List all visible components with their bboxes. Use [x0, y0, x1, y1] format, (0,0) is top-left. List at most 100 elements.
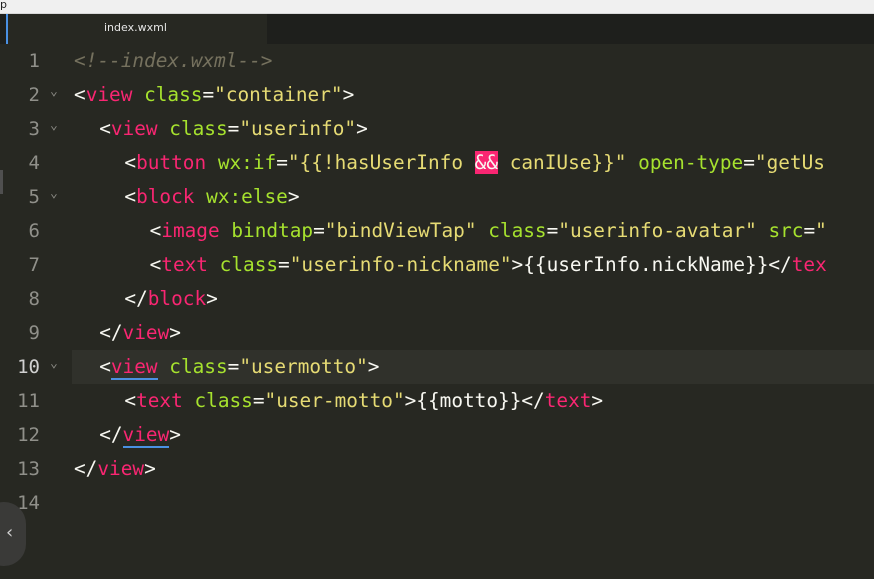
- code-token: =: [546, 219, 559, 242]
- code-token: "userinfo-avatar": [558, 219, 757, 242]
- code-line: 8 </block>: [0, 282, 874, 316]
- code-text: <!--index.wxml-->: [74, 48, 272, 74]
- tab-index-wxml[interactable]: index.wxml: [6, 14, 267, 44]
- code-token: >: [287, 185, 300, 208]
- code-token: =: [227, 355, 240, 378]
- line-number: 8: [28, 288, 40, 310]
- code-token: text: [544, 389, 592, 412]
- code-token: view: [110, 355, 158, 380]
- code-text: <view class="usermotto">: [99, 354, 379, 380]
- code-text: <image bindtap="bindViewTap" class="user…: [150, 218, 827, 244]
- code-token: >: [169, 321, 181, 344]
- fold-chevron-icon[interactable]: ⌄: [50, 118, 58, 133]
- fold-chevron-icon[interactable]: ⌄: [50, 356, 58, 371]
- code-line: 7 <text class="userinfo-nickname">{{userI…: [0, 248, 874, 282]
- line-number: 1: [28, 50, 40, 72]
- code-token: "usermotto": [239, 355, 368, 378]
- code-token: text: [161, 253, 208, 276]
- side-panel-toggle[interactable]: ‹: [0, 502, 26, 566]
- code-text: <block wx:else>: [124, 184, 299, 210]
- code-line: 5 ⌄ <block wx:else>: [0, 180, 874, 214]
- code-token: =: [313, 219, 325, 242]
- code-editor[interactable]: 1 <!--index.wxml--> 2 ⌄ <view class="contain…: [0, 44, 874, 579]
- code-token: </: [124, 287, 148, 310]
- code-token: view: [122, 321, 170, 344]
- code-token: "container": [214, 83, 343, 106]
- line-number: 5: [28, 186, 40, 208]
- top-strip-text: p: [0, 0, 7, 11]
- code-token: >: [342, 83, 355, 106]
- code-token: button: [136, 151, 207, 174]
- line-number: 3: [28, 118, 40, 140]
- code-line: 12 </view>: [0, 418, 874, 452]
- code-token: block: [147, 287, 207, 310]
- code-text: </view>: [99, 320, 181, 346]
- code-token: view: [110, 117, 158, 140]
- code-token: =: [803, 219, 816, 242]
- code-token: text: [136, 389, 183, 412]
- code-token: <!--index.wxml-->: [74, 49, 273, 72]
- code-token: &&: [474, 151, 499, 174]
- code-token: <: [149, 219, 162, 242]
- code-text: <button wx:if="{{!hasUserInfo && canIUse…: [124, 150, 825, 176]
- code-text: <view class="userinfo">: [99, 116, 368, 142]
- code-token: </: [99, 423, 123, 446]
- line-number: 7: [28, 254, 40, 276]
- code-token: </: [74, 457, 98, 480]
- fold-chevron-icon[interactable]: ⌄: [50, 186, 58, 201]
- code-token: wx:else: [206, 185, 288, 208]
- line-number: 9: [28, 322, 40, 344]
- code-token: >: [169, 423, 181, 446]
- code-token: =: [278, 253, 290, 276]
- code-token: "getUs: [754, 151, 825, 174]
- code-token: </: [99, 321, 123, 344]
- code-token: <: [99, 117, 111, 140]
- code-token: =: [276, 151, 288, 174]
- code-token: block: [136, 185, 195, 208]
- code-line: 10 ⌄ <view class="usermotto">: [0, 350, 874, 384]
- code-token: <: [124, 185, 137, 208]
- code-token: <: [149, 253, 162, 276]
- code-text: <view class="container">: [74, 82, 354, 108]
- line-number: 13: [17, 458, 40, 480]
- line-number: 4: [28, 152, 40, 174]
- code-text: </view>: [74, 456, 156, 482]
- code-token: "userinfo-nickname": [289, 253, 512, 276]
- code-token: bindtap: [231, 219, 314, 242]
- code-token: >{{motto}}</: [404, 389, 545, 412]
- code-line: 1 <!--index.wxml-->: [0, 44, 874, 78]
- code-token: <: [74, 83, 86, 106]
- code-token: >: [206, 287, 218, 310]
- code-line: 9 </view>: [0, 316, 874, 350]
- code-token: =: [227, 117, 240, 140]
- code-token: >: [367, 355, 380, 378]
- code-token: class: [488, 219, 547, 242]
- code-token: "{{!hasUserInfo: [287, 151, 475, 174]
- code-token: tex: [791, 253, 827, 276]
- code-line: 14: [0, 486, 874, 520]
- fold-chevron-icon[interactable]: ⌄: [50, 84, 58, 99]
- code-token: class: [144, 83, 203, 106]
- code-token: >: [144, 457, 156, 480]
- line-number: 2: [28, 84, 40, 106]
- code-line: 4 <button wx:if="{{!hasUserInfo && canIUs…: [0, 146, 874, 180]
- code-line: 13 </view>: [0, 452, 874, 486]
- code-text: </view>: [99, 422, 181, 448]
- code-token: >{{userInfo.nickName}}</: [511, 253, 792, 276]
- code-token: view: [97, 457, 145, 480]
- code-token: wx:if: [217, 151, 277, 174]
- code-token: >: [356, 117, 368, 140]
- code-token: >: [591, 389, 604, 412]
- code-token: class: [194, 389, 253, 412]
- code-token: <: [124, 151, 137, 174]
- code-token: image: [161, 219, 220, 242]
- code-token: =: [252, 389, 265, 412]
- code-line: 2 ⌄ <view class="container">: [0, 78, 874, 112]
- code-token: class: [169, 117, 228, 140]
